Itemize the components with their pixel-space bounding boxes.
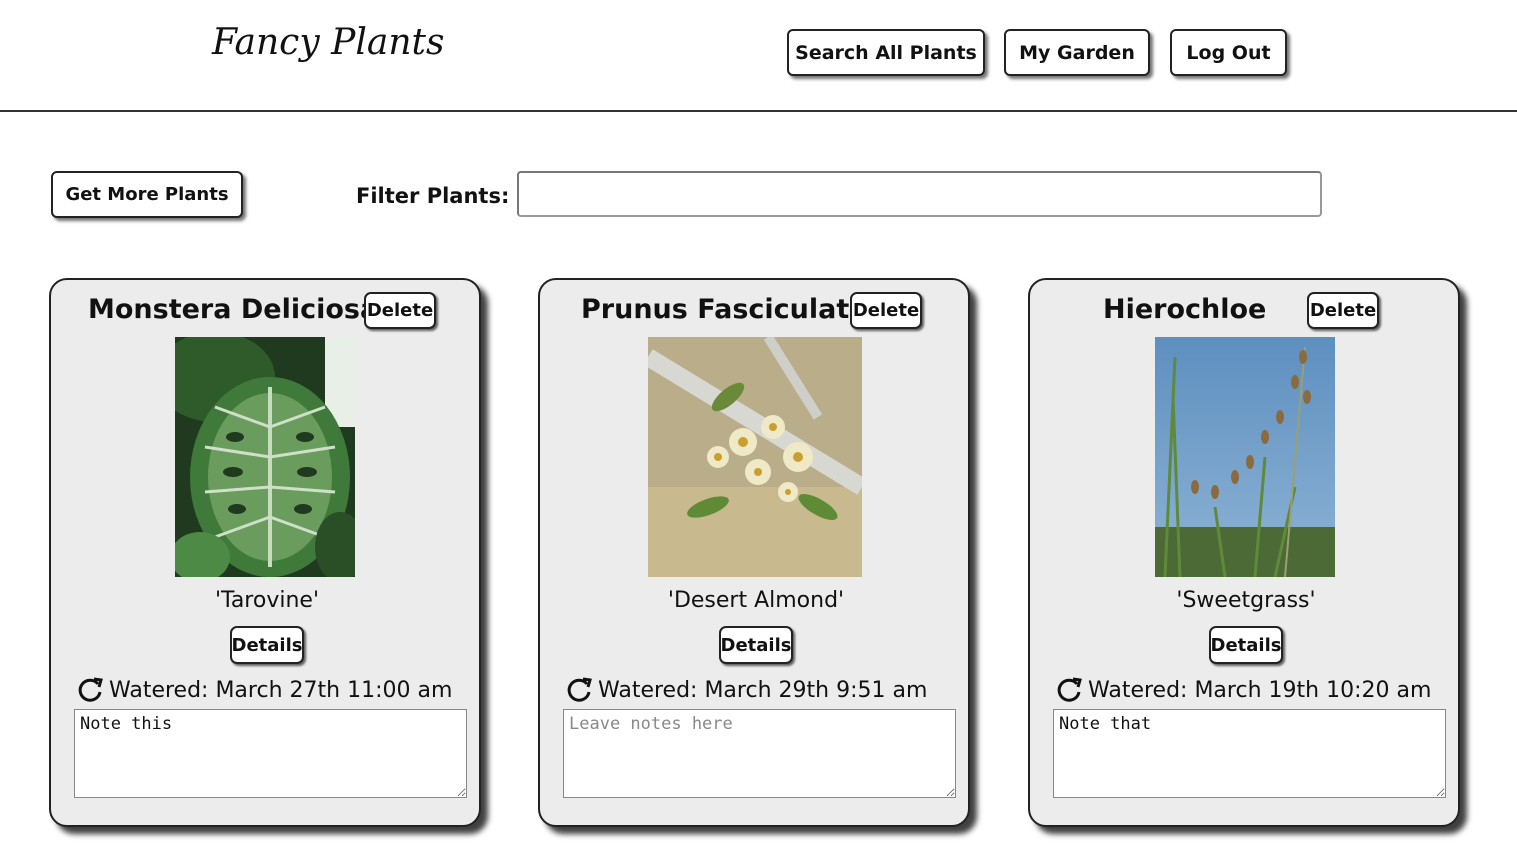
details-button[interactable]: Details: [719, 626, 793, 664]
watered-row: Watered: March 29th 9:51 am: [564, 675, 927, 705]
top-header: Fancy Plants Search All Plants My Garden…: [0, 0, 1517, 112]
get-more-plants-button[interactable]: Get More Plants: [51, 171, 243, 218]
plant-common-name: 'Sweetgrass': [1176, 588, 1316, 613]
search-all-plants-button[interactable]: Search All Plants: [787, 29, 985, 76]
plant-card-monstera: Monstera Deliciosa Delete 'Tarovine' Det…: [49, 278, 481, 827]
plant-scientific-name: Monstera Deliciosa: [88, 294, 379, 325]
watered-row: Watered: March 27th 11:00 am: [75, 675, 452, 705]
plant-card-prunus: Prunus Fasciculata Delete 'Desert Almond…: [538, 278, 970, 827]
log-out-button[interactable]: Log Out: [1170, 29, 1287, 76]
refresh-icon[interactable]: [1054, 675, 1084, 705]
plant-common-name: 'Desert Almond': [667, 588, 845, 613]
plant-image-monstera: [175, 337, 355, 577]
watered-row: Watered: March 19th 10:20 am: [1054, 675, 1431, 705]
delete-plant-button[interactable]: Delete: [364, 292, 436, 329]
delete-plant-button[interactable]: Delete: [850, 292, 922, 329]
refresh-icon[interactable]: [564, 675, 594, 705]
watered-timestamp: Watered: March 19th 10:20 am: [1088, 677, 1432, 703]
site-logo[interactable]: Fancy Plants: [212, 22, 444, 63]
plant-common-name: 'Tarovine': [214, 588, 319, 613]
delete-plant-button[interactable]: Delete: [1307, 292, 1379, 329]
watered-timestamp: Watered: March 27th 11:00 am: [109, 677, 453, 703]
plant-notes-field[interactable]: [563, 709, 956, 798]
plant-image-hierochloe: [1155, 337, 1335, 577]
watered-timestamp: Watered: March 29th 9:51 am: [598, 677, 928, 703]
plant-notes-field[interactable]: Note that: [1053, 709, 1446, 798]
refresh-icon[interactable]: [75, 675, 105, 705]
plant-scientific-name: Hierochloe: [1103, 294, 1267, 325]
filter-plants-input[interactable]: [517, 171, 1322, 217]
plant-notes-field[interactable]: Note this: [74, 709, 467, 798]
details-button[interactable]: Details: [1209, 626, 1283, 664]
plant-card-hierochloe: Hierochloe Delete 'Sweetgrass' Details W…: [1028, 278, 1460, 827]
plant-scientific-name: Prunus Fasciculata: [581, 294, 868, 325]
filter-plants-label: Filter Plants:: [356, 184, 510, 208]
my-garden-button[interactable]: My Garden: [1004, 29, 1150, 76]
plant-image-prunus: [648, 337, 862, 577]
details-button[interactable]: Details: [230, 626, 304, 664]
